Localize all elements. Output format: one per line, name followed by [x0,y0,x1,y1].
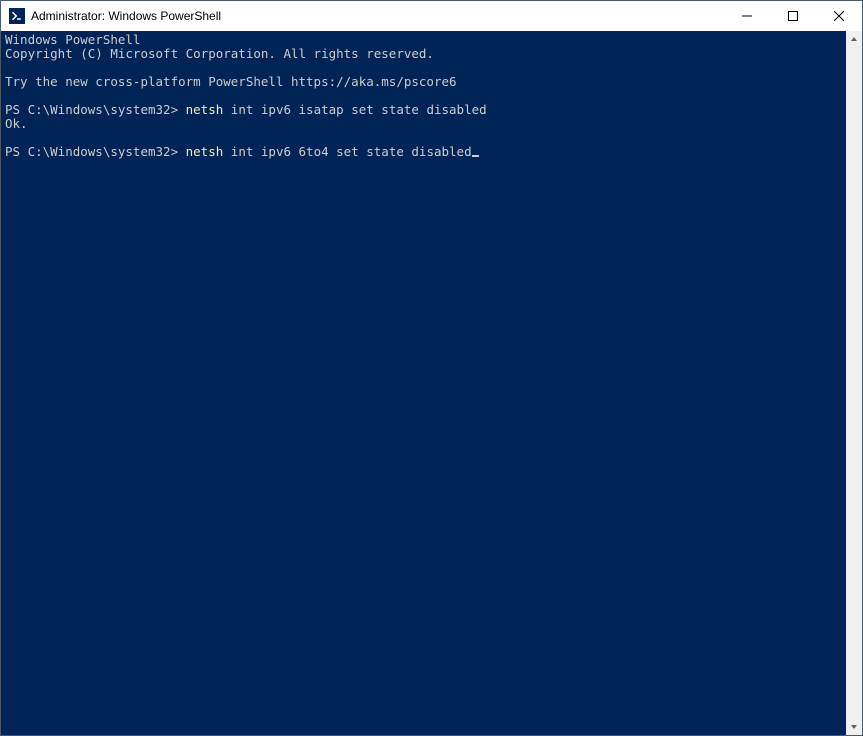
banner-line: Windows PowerShell [5,33,846,47]
blank-line [5,89,846,103]
cursor [472,155,479,157]
blank-line [5,61,846,75]
prompt-line: PS C:\Windows\system32> netsh int ipv6 6… [5,145,846,159]
command-args: int ipv6 6to4 set state disabled [223,144,471,159]
maximize-button[interactable] [770,1,816,31]
command-keyword: netsh [186,144,224,159]
output-line: Ok. [5,117,846,131]
blank-line [5,131,846,145]
prompt-text: PS C:\Windows\system32> [5,102,186,117]
titlebar[interactable]: Administrator: Windows PowerShell [1,1,862,31]
vertical-scrollbar[interactable] [846,31,862,735]
window-title: Administrator: Windows PowerShell [31,9,724,23]
minimize-button[interactable] [724,1,770,31]
powershell-icon [9,8,25,24]
command-keyword: netsh [186,102,224,117]
prompt-text: PS C:\Windows\system32> [5,144,186,159]
banner-line: Copyright (C) Microsoft Corporation. All… [5,47,846,61]
command-args: int ipv6 isatap set state disabled [223,102,486,117]
terminal-output[interactable]: Windows PowerShellCopyright (C) Microsof… [1,31,846,735]
banner-line: Try the new cross-platform PowerShell ht… [5,75,846,89]
prompt-line: PS C:\Windows\system32> netsh int ipv6 i… [5,103,846,117]
terminal-area: Windows PowerShellCopyright (C) Microsof… [1,31,862,735]
scroll-up-arrow-icon[interactable] [846,31,862,47]
scroll-down-arrow-icon[interactable] [846,719,862,735]
close-button[interactable] [816,1,862,31]
window-controls [724,1,862,31]
powershell-window: Administrator: Windows PowerShell Window… [0,0,863,736]
